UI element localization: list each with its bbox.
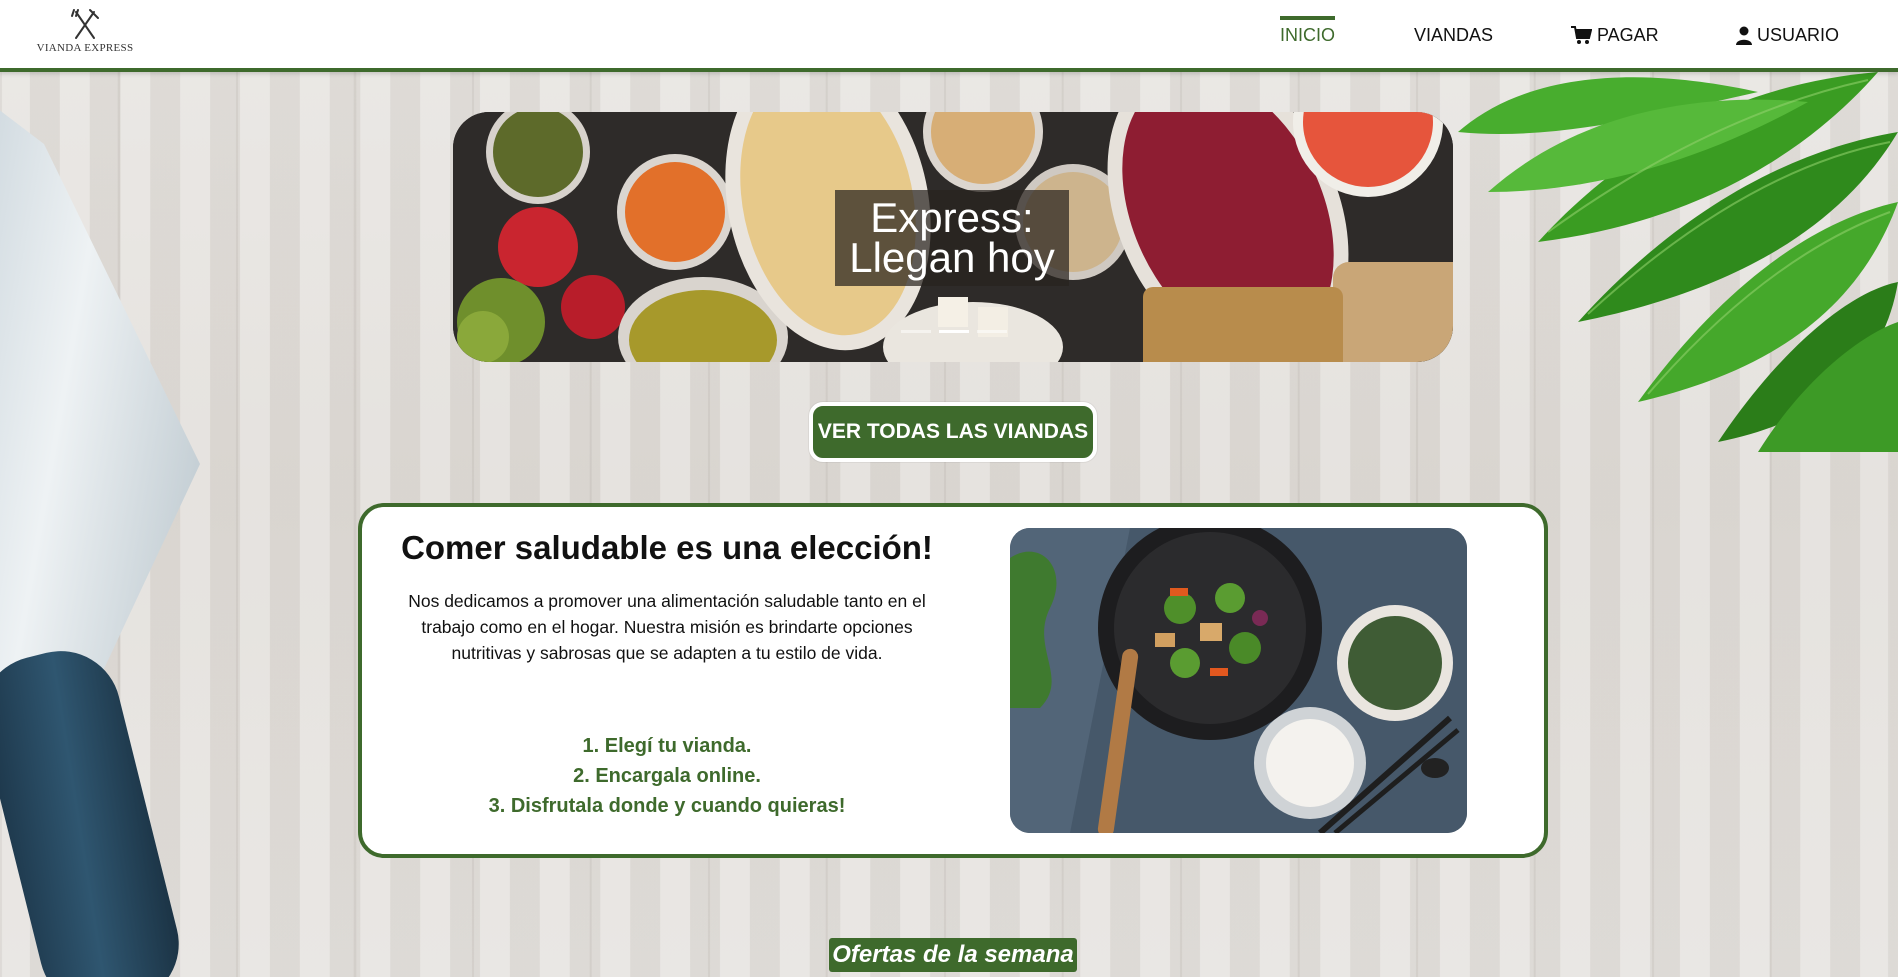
step-item: 1. Elegí tu vianda.: [582, 735, 752, 757]
main-nav: INICIO VIANDAS PAGAR USUARIO: [0, 0, 1898, 72]
info-title: Comer saludable es una elección!: [401, 529, 933, 566]
nav-item-label: PAGAR: [1597, 24, 1659, 45]
nav-item-label: USUARIO: [1757, 24, 1840, 45]
user-icon: [1736, 26, 1752, 45]
top-navbar: VIANDA EXPRESS INICIO VIANDAS PAGAR USUA…: [0, 0, 1898, 72]
carousel-dot[interactable]: [901, 330, 931, 333]
nav-item-label: VIANDAS: [1414, 24, 1494, 45]
knife-blade-decoration: [0, 80, 200, 720]
offers-section-label: Ofertas de la semana: [829, 938, 1077, 972]
info-description: Nos dedicamos a promover una alimentació…: [408, 591, 926, 663]
nav-item-viandas[interactable]: VIANDAS: [1414, 20, 1493, 50]
cart-icon: [1571, 25, 1592, 44]
carousel-dot[interactable]: [939, 330, 969, 333]
nav-item-usuario[interactable]: USUARIO: [1736, 20, 1839, 50]
step-item: 2. Encargala online.: [573, 765, 761, 787]
hero-caption-line2: Llegan hoy: [849, 234, 1055, 281]
stir-fry-photo: [1010, 528, 1467, 833]
nav-item-label: INICIO: [1280, 24, 1336, 45]
hero-caption: Express: Llegan hoy: [835, 190, 1069, 286]
hero-carousel[interactable]: Express: Llegan hoy: [453, 112, 1453, 362]
carousel-indicators: [901, 330, 1007, 333]
info-card: Comer saludable es una elección! Nos ded…: [358, 503, 1548, 858]
hero-caption-line1: Express:: [870, 194, 1034, 241]
knife-handle-decoration: [0, 638, 192, 977]
steps-list: 1. Elegí tu vianda. 2. Encargala online.…: [392, 731, 942, 821]
carousel-dot[interactable]: [977, 330, 1007, 333]
nav-item-pagar[interactable]: PAGAR: [1571, 20, 1659, 50]
nav-item-inicio[interactable]: INICIO: [1280, 16, 1336, 50]
step-item: 3. Disfrutala donde y cuando quieras!: [488, 795, 846, 817]
view-all-viandas-button[interactable]: VER TODAS LAS VIANDAS: [809, 402, 1097, 462]
